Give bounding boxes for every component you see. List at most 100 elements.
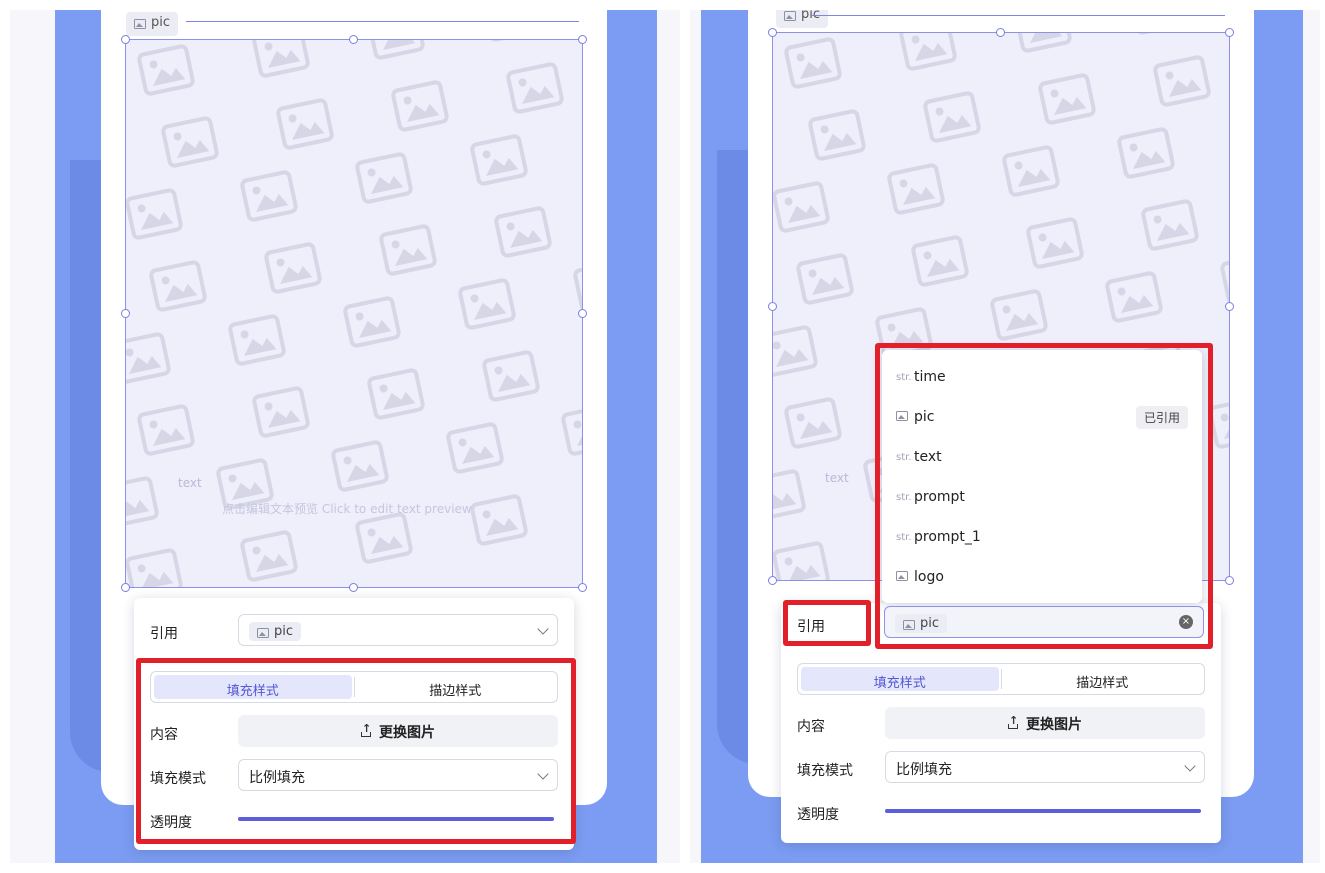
resize-handle-r[interactable] — [578, 309, 587, 318]
reference-label: 引用 — [150, 626, 178, 642]
image-placeholder-icon — [1117, 127, 1175, 179]
image-placeholder-icon — [1141, 199, 1199, 251]
image-placeholder-icon — [391, 80, 449, 132]
ghost-text-tag: text — [178, 476, 202, 490]
layer-guide-line — [812, 15, 1225, 16]
image-placeholder-icon — [126, 476, 159, 528]
resize-handle-bl[interactable] — [121, 583, 130, 592]
image-placeholder-icon — [923, 91, 981, 143]
replace-image-button[interactable]: 更换图片 — [885, 707, 1205, 739]
image-placeholder-icon — [784, 37, 842, 89]
image-placeholder-icon — [990, 289, 1048, 341]
resize-handle-tl[interactable] — [121, 35, 130, 44]
image-placeholder-icon — [561, 404, 582, 456]
image-placeholder-icon — [911, 235, 969, 287]
image-placeholder-icon — [343, 296, 401, 348]
image-placeholder-icon — [773, 181, 830, 233]
content-label: 内容 — [797, 719, 825, 735]
image-placeholder-icon — [773, 325, 818, 377]
image-placeholder-icon — [887, 163, 945, 215]
image-placeholder-icon — [458, 278, 516, 330]
image-placeholder-icon — [355, 152, 413, 204]
fill-mode-label: 填充模式 — [797, 763, 853, 779]
image-placeholder-icon — [1105, 271, 1163, 323]
opacity-slider[interactable] — [885, 809, 1201, 813]
image-placeholder-icon — [494, 206, 552, 258]
style-tabs: 填充样式 描边样式 — [797, 663, 1205, 695]
image-placeholder-icon — [264, 242, 322, 294]
image-placeholder-icon — [506, 62, 564, 114]
resize-handle-tl[interactable] — [768, 28, 777, 37]
image-placeholder-icon — [470, 134, 528, 186]
resize-handle-l[interactable] — [768, 302, 777, 311]
image-icon — [257, 628, 269, 638]
image-placeholder-icon — [252, 386, 310, 438]
highlight-box-reference-label — [783, 600, 871, 646]
highlight-box-dropdown — [875, 343, 1213, 649]
opacity-label: 透明度 — [797, 807, 839, 823]
image-placeholder-icon — [773, 541, 830, 580]
image-placeholder-icon — [126, 188, 183, 240]
image-placeholder-icon — [252, 40, 310, 78]
image-placeholder-icon — [1038, 73, 1096, 125]
tab-divider — [1000, 669, 1002, 689]
image-placeholder-icon — [1129, 33, 1187, 35]
image-placeholder-icon — [240, 530, 298, 582]
image-icon — [134, 19, 146, 29]
image-placeholder-icon — [446, 422, 504, 474]
image-placeholder-icon — [379, 224, 437, 276]
upload-icon — [1008, 714, 1018, 729]
resize-handle-tr[interactable] — [578, 35, 587, 44]
image-placeholder-icon — [137, 404, 195, 456]
image-placeholder-icon — [126, 548, 183, 587]
image-placeholder-icon — [1153, 55, 1211, 107]
image-placeholder-icon — [796, 253, 854, 305]
left-screenshot: pic text 点击编辑文本预览 Click to edit text pre… — [10, 10, 680, 863]
chevron-down-icon — [1184, 760, 1196, 772]
highlight-box-style-section — [136, 658, 576, 844]
image-placeholder-icon — [470, 494, 528, 546]
layer-tag-pic[interactable]: pic — [126, 12, 179, 36]
image-placeholder-icon — [1026, 217, 1084, 269]
image-placeholder-icon — [149, 260, 207, 312]
layer-tag-pic[interactable]: pic — [776, 10, 829, 28]
image-placeholder-icon — [1220, 253, 1229, 305]
resize-handle-b[interactable] — [349, 583, 358, 592]
chevron-down-icon — [537, 623, 549, 635]
layer-guide-line — [186, 21, 579, 22]
reference-chip: pic — [249, 622, 302, 641]
image-placeholder-icon — [228, 314, 286, 366]
image-placeholder-icon — [137, 44, 195, 96]
image-placeholder-icon — [1014, 33, 1072, 53]
image-placeholder-icon — [126, 332, 171, 384]
right-screenshot: pic text 引用 填充样式 描边样式 内容 更换图片 填充模式 比例填充 … — [690, 10, 1320, 863]
resize-handle-br[interactable] — [1225, 576, 1234, 585]
ghost-caption: 点击编辑文本预览 Click to edit text preview — [222, 502, 472, 516]
resize-handle-l[interactable] — [121, 309, 130, 318]
image-placeholder-icon — [808, 109, 866, 161]
image-placeholder-icon — [367, 40, 425, 60]
image-placeholder-icon — [240, 170, 298, 222]
image-placeholder-icon — [784, 397, 842, 449]
resize-handle-t[interactable] — [349, 35, 358, 44]
tab-stroke-style[interactable]: 描边样式 — [1004, 667, 1202, 691]
reference-select[interactable]: pic — [238, 614, 558, 646]
resize-handle-r[interactable] — [1225, 302, 1234, 311]
image-placeholder-icon — [482, 40, 540, 42]
image-placeholder-icon — [367, 368, 425, 420]
resize-handle-tr[interactable] — [1225, 28, 1234, 37]
image-placeholder-icon — [573, 260, 582, 312]
image-placeholder-icon — [355, 512, 413, 564]
image-placeholder-icon — [482, 350, 540, 402]
image-placeholder-icon — [1002, 145, 1060, 197]
image-placeholder-icon — [161, 116, 219, 168]
image-placeholder-area[interactable]: text 点击编辑文本预览 Click to edit text preview — [125, 39, 583, 588]
fill-mode-select[interactable]: 比例填充 — [885, 751, 1205, 783]
ghost-text-tag: text — [825, 471, 849, 485]
tab-fill-style[interactable]: 填充样式 — [801, 667, 999, 691]
resize-handle-br[interactable] — [578, 583, 587, 592]
resize-handle-bl[interactable] — [768, 576, 777, 585]
resize-handle-t[interactable] — [996, 28, 1005, 37]
image-placeholder-icon — [773, 469, 806, 521]
image-icon — [784, 11, 796, 21]
